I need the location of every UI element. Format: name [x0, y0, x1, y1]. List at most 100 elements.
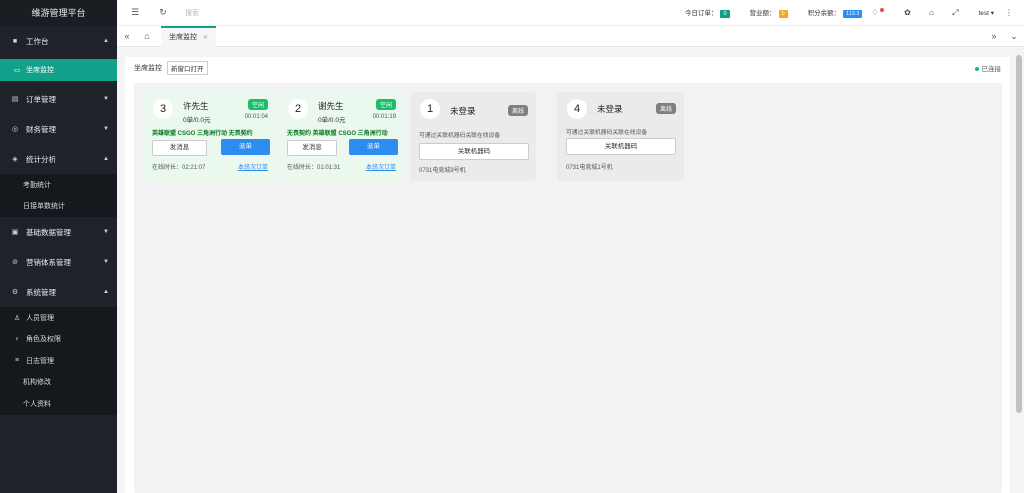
- marketing-icon: ⊘: [12, 259, 18, 266]
- new-window-button[interactable]: 新窗口打开: [167, 61, 208, 75]
- log-icon: ≡: [14, 357, 20, 365]
- header-right: 今日订单： 0 营业额： 0 积分余额： 113.3 ♢ ✿ ⌂ ⤢ test ▾ ⋮: [685, 7, 1024, 18]
- brand-title: 维游管理平台: [0, 0, 117, 26]
- chevron-down-icon: ▼: [103, 229, 109, 235]
- points-badge: 113.3: [843, 10, 863, 18]
- online-duration: 在线时长：01:01:31: [287, 165, 341, 171]
- tab-bar: « ⌂ 坐席监控 ✕ » ⌄: [117, 25, 1024, 47]
- shift-orders-link[interactable]: 本班次订单: [238, 162, 268, 171]
- monitor-icon: ▭: [13, 67, 21, 74]
- send-message-button[interactable]: 发消息: [287, 140, 337, 156]
- seat-number: 4: [567, 99, 587, 119]
- seat-games: 英雄联盟 CSGO 三角洲行动 无畏契约: [152, 131, 253, 137]
- seat-card: 1 未登录 离线 可通过关联机器码关联在线设备 关联机器码 0731电竞城9号机: [410, 92, 536, 181]
- system-icon: ⚙: [11, 289, 19, 296]
- seat-grid: 3 许先生 空闲 0单/0.0元 00:01:04 英雄联盟 CSGO 三角洲行…: [134, 83, 1002, 493]
- tab-seat-monitor[interactable]: 坐席监控 ✕: [161, 25, 217, 47]
- status-badge: 离线: [507, 105, 528, 116]
- seat-machine-label: 0731电竞城1号机: [566, 165, 613, 171]
- seat-card: 2 谢先生 空闲 0单/0.0元 00:01:19 无畏契约 英雄联盟 CSGO…: [278, 92, 404, 181]
- more-vertical-icon[interactable]: ⋮: [1000, 8, 1018, 17]
- revenue-badge: 0: [778, 10, 788, 18]
- dispatch-order-button[interactable]: 派单: [221, 139, 270, 155]
- seat-tip: 可通过关联机器码关联在线设备: [419, 133, 501, 139]
- seat-card: 4 未登录 离线 可通过关联机器码关联在线设备 关联机器码 0731电竞城1号机: [557, 92, 684, 181]
- menu-item-attendance[interactable]: 考勤统计: [0, 174, 117, 196]
- today-orders-badge: 0: [720, 10, 730, 18]
- shift-orders-link[interactable]: 本班次订单: [366, 162, 396, 171]
- menu-item-seat-monitor[interactable]: ▭ 坐席监控: [0, 59, 117, 81]
- chevron-up-icon: ▲: [103, 156, 109, 162]
- bind-machine-code-button[interactable]: 关联机器码: [419, 143, 529, 160]
- seat-machine-label: 0731电竞城9号机: [419, 168, 466, 174]
- notification-dot: [879, 8, 884, 12]
- palette-icon[interactable]: ✿: [898, 8, 916, 17]
- menu-group-finance[interactable]: ◎ 财务管理 ▼: [0, 114, 117, 144]
- app: 维游管理平台 ■ 工作台 ▲ ▭ 坐席监控 ▤ 订单管理 ▼ ◎ 财务管理 ▼ …: [0, 0, 1024, 493]
- refresh-icon[interactable]: ↻: [153, 7, 173, 18]
- points: 积分余额： 113.3: [808, 7, 863, 18]
- fullscreen-icon[interactable]: ⤢: [946, 8, 964, 18]
- user-menu[interactable]: test ▾: [978, 9, 994, 17]
- send-message-button[interactable]: 发消息: [152, 140, 207, 156]
- seat-tip: 可通过关联机器码关联在线设备: [566, 130, 648, 136]
- seat-orders-revenue: 0单/0.0元: [318, 117, 346, 124]
- status-badge: 离线: [655, 103, 676, 114]
- chevron-down-icon: ▼: [103, 259, 109, 265]
- user-icon: ♙: [13, 314, 21, 322]
- main-content: 坐席监控 新窗口打开 已连接 3 许先生 空闲 0单/0.0元 00:01:04…: [117, 47, 1024, 493]
- chevron-down-icon: ▼: [103, 96, 109, 102]
- stats-icon: ◈: [12, 156, 18, 163]
- seat-games: 无畏契约 英雄联盟 CSGO 三角洲行动: [287, 131, 388, 137]
- status-dot: [974, 67, 979, 72]
- bell-icon[interactable]: ♢: [868, 8, 886, 17]
- menu-group-system[interactable]: ⚙ 系统管理 ▲: [0, 277, 117, 307]
- seat-number: 2: [288, 99, 308, 119]
- seat-user-name: 未登录: [450, 106, 476, 116]
- top-header: ☰ ↻ 搜索 今日订单： 0 营业额： 0 积分余额： 113.3 ♢ ✿ ⌂ ⤢ t…: [117, 0, 1024, 26]
- menu-item-daily-orders[interactable]: 日接单数统计: [0, 195, 117, 217]
- key-icon: ♀: [14, 335, 20, 343]
- menu-item-profile[interactable]: 个人资料: [0, 393, 117, 415]
- seat-user-name: 许先生: [183, 101, 209, 111]
- seat-number: 1: [420, 99, 440, 119]
- seat-orders-revenue: 0单/0.0元: [183, 117, 211, 124]
- home-icon[interactable]: ⌂: [137, 31, 157, 41]
- menu-group-basic-data[interactable]: ▣ 基础数据管理 ▼: [0, 217, 117, 247]
- bind-machine-code-button[interactable]: 关联机器码: [566, 138, 676, 155]
- page-scrollbar[interactable]: [1016, 55, 1022, 413]
- search-input[interactable]: 搜索: [185, 8, 245, 18]
- close-icon[interactable]: ✕: [203, 35, 208, 41]
- status-badge: 空闲: [247, 99, 268, 110]
- menu-item-logs[interactable]: ≡ 日志管理: [0, 350, 117, 372]
- tag-icon[interactable]: ⌂: [922, 8, 940, 17]
- tabs-scroll-right-icon[interactable]: »: [984, 31, 1004, 42]
- menu-group-marketing[interactable]: ⊘ 营销体系管理 ▼: [0, 247, 117, 277]
- menu-item-personnel[interactable]: ♙ 人员管理: [0, 307, 117, 329]
- menu-toggle-icon[interactable]: ☰: [125, 7, 145, 18]
- seat-number: 3: [153, 99, 173, 119]
- order-icon: ▤: [11, 96, 19, 103]
- monitor-panel: 坐席监控 新窗口打开 已连接 3 许先生 空闲 0单/0.0元 00:01:04…: [125, 57, 1010, 493]
- chevron-down-icon: ▼: [103, 126, 109, 132]
- menu-item-org-edit[interactable]: 机构修改: [0, 371, 117, 393]
- menu-group-orders[interactable]: ▤ 订单管理 ▼: [0, 84, 117, 114]
- finance-icon: ◎: [11, 126, 19, 133]
- page-title: 坐席监控: [134, 65, 162, 72]
- chevron-up-icon: ▲: [103, 38, 109, 44]
- dashboard-icon: ■: [12, 37, 18, 45]
- revenue: 营业额： 0: [750, 7, 788, 18]
- connection-status: 已连接: [974, 63, 1001, 73]
- seat-user-name: 谢先生: [318, 101, 344, 111]
- online-duration: 在线时长：02:21:07: [152, 165, 206, 171]
- menu-item-roles[interactable]: ♀ 角色及权限: [0, 328, 117, 350]
- menu-group-workbench[interactable]: ■ 工作台 ▲: [0, 26, 117, 56]
- dispatch-order-button[interactable]: 派单: [349, 139, 398, 155]
- menu-group-stats[interactable]: ◈ 统计分析 ▲: [0, 144, 117, 174]
- seat-timer: 00:01:19: [372, 114, 396, 120]
- seat-timer: 00:01:04: [244, 114, 268, 120]
- seat-user-name: 未登录: [597, 104, 623, 114]
- chevron-down-icon[interactable]: ⌄: [1004, 31, 1024, 42]
- sidebar: 维游管理平台 ■ 工作台 ▲ ▭ 坐席监控 ▤ 订单管理 ▼ ◎ 财务管理 ▼ …: [0, 0, 117, 493]
- tabs-scroll-left-icon[interactable]: «: [117, 31, 137, 41]
